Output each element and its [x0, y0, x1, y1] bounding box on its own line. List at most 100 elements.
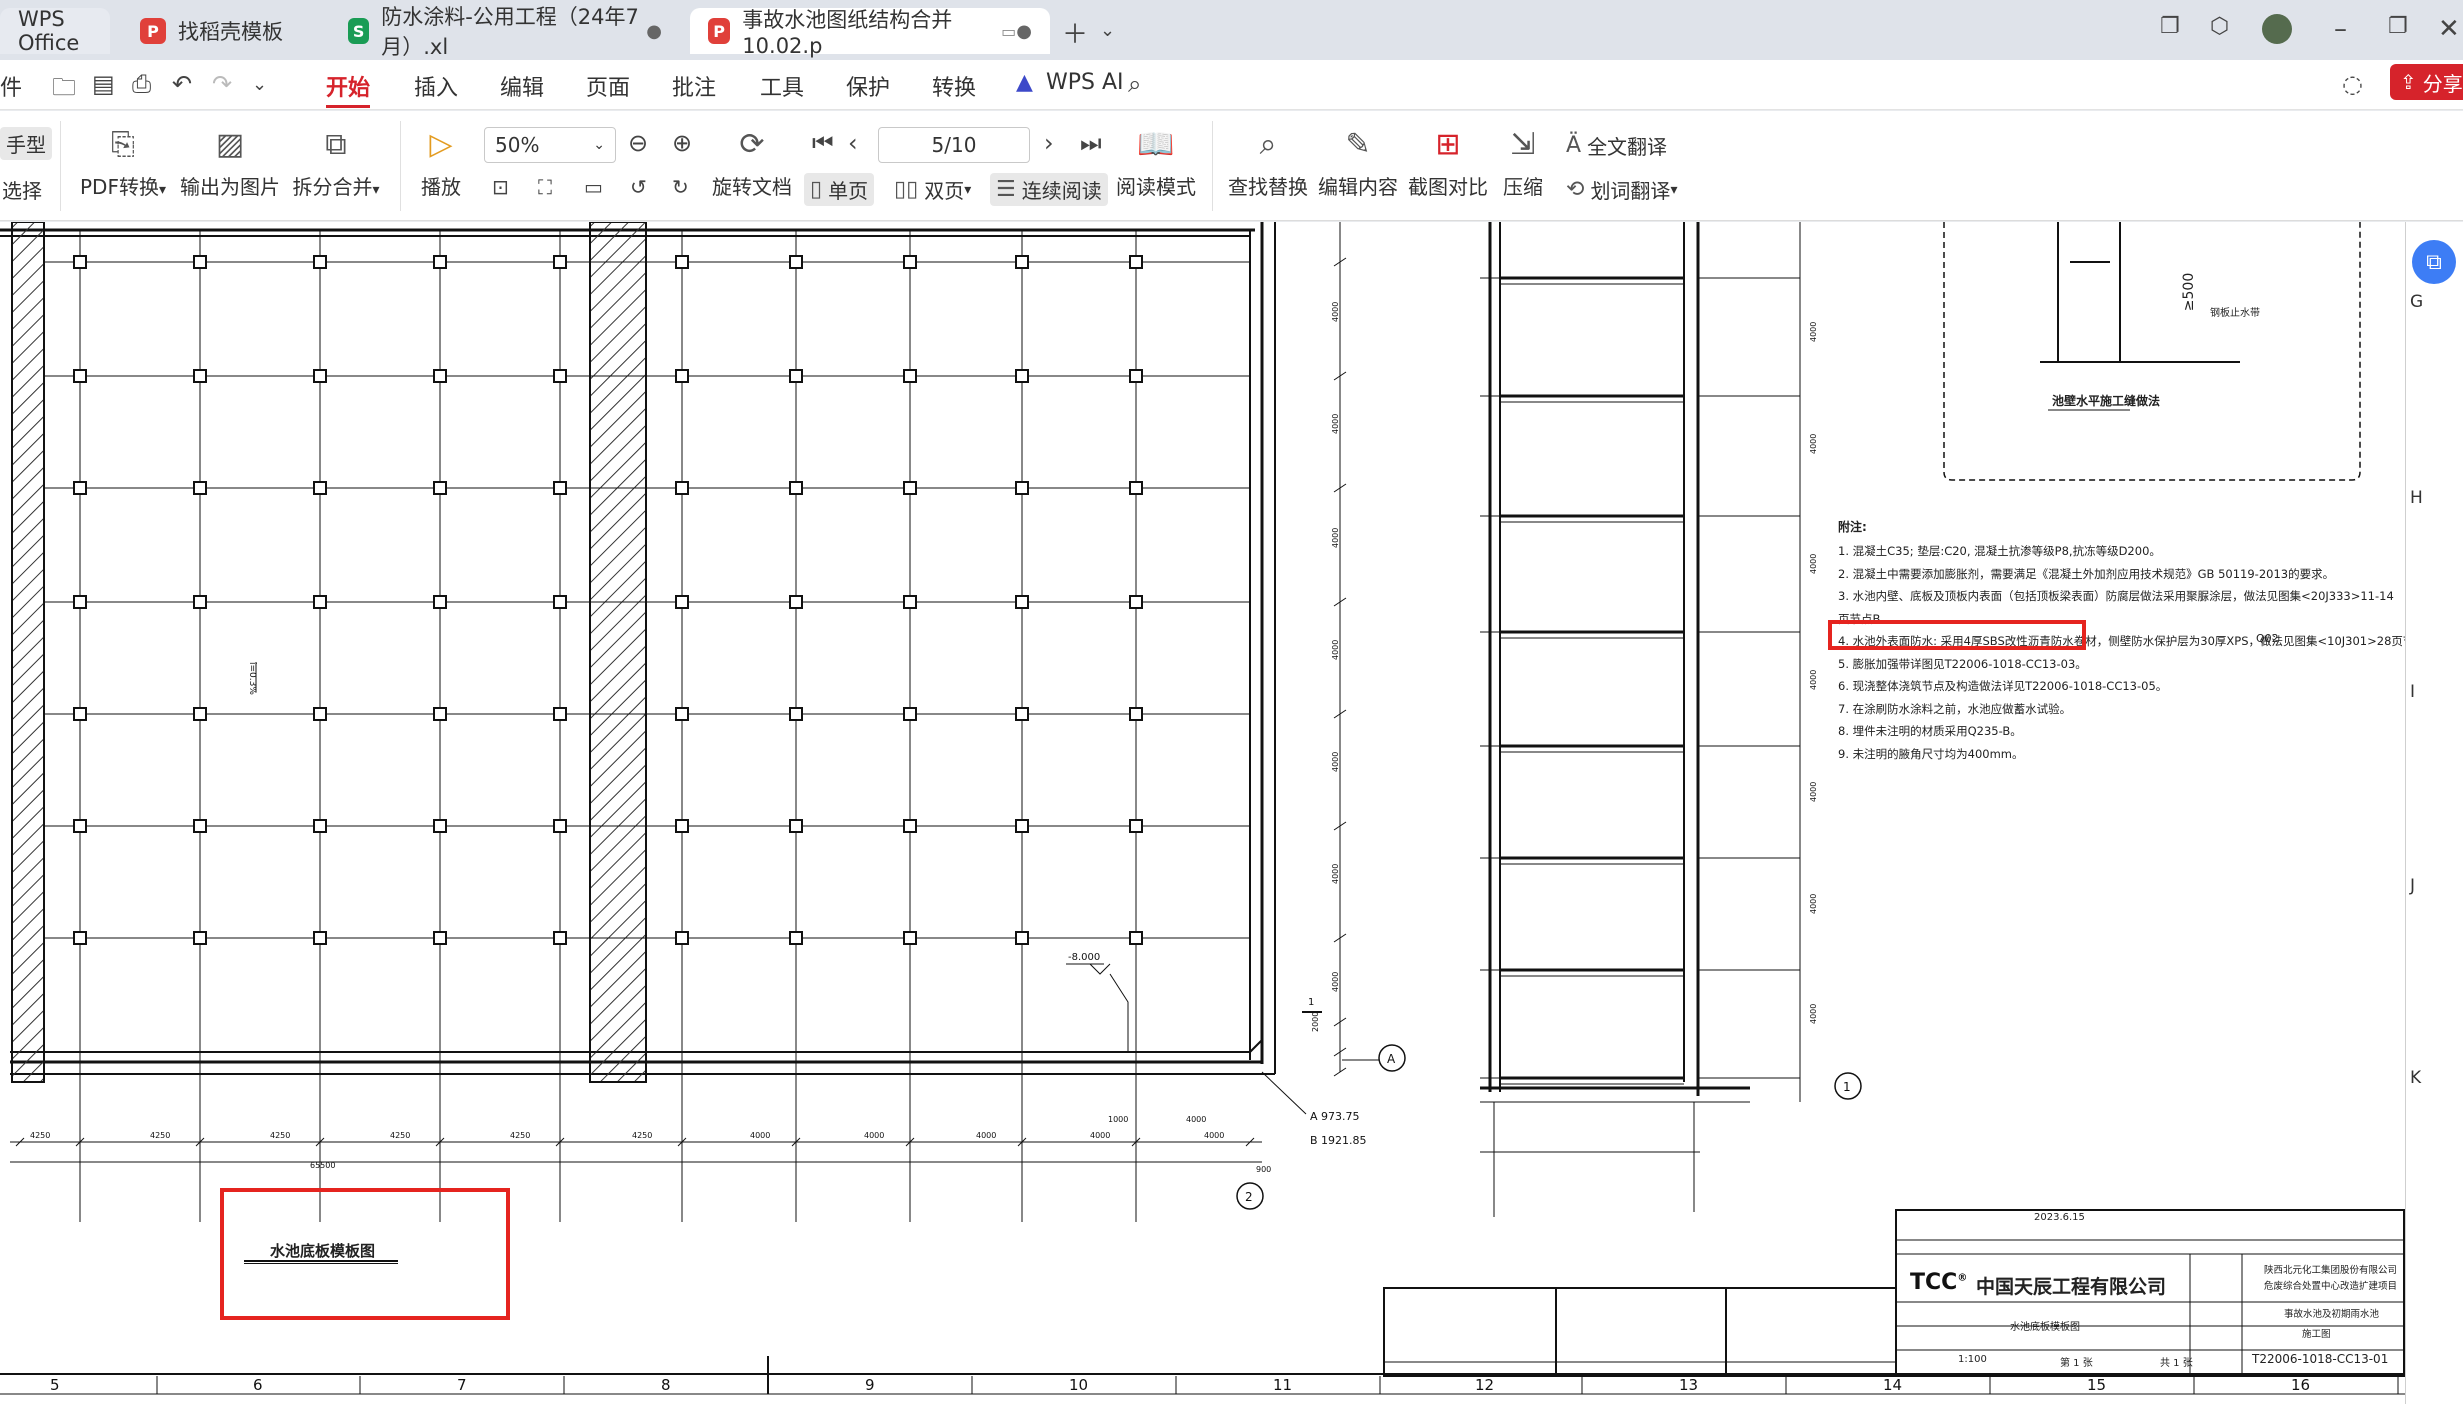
- zoom-in-icon[interactable]: ⊕: [672, 129, 692, 157]
- section-mark: 1: [1308, 997, 1314, 1008]
- menu-edit[interactable]: 编辑: [500, 70, 544, 102]
- new-tab-icon[interactable]: ＋: [1062, 14, 1088, 51]
- share-label: 分享: [2422, 71, 2463, 96]
- depth-marker: [1089, 963, 1111, 975]
- compress-button[interactable]: ⇲ 压缩: [1496, 127, 1550, 200]
- compare-button[interactable]: ⊞ 截图对比: [1406, 127, 1490, 200]
- fit-width-icon[interactable]: ▭: [584, 175, 603, 199]
- column-marker: [903, 819, 917, 833]
- save-icon[interactable]: ▤: [92, 70, 115, 98]
- tab-templates[interactable]: P 找稻壳模板: [122, 8, 322, 54]
- last-page-icon[interactable]: ⏭: [1080, 129, 1102, 157]
- search-icon: ⌕: [1259, 127, 1277, 162]
- rotate-left-icon[interactable]: ↺: [630, 175, 647, 199]
- single-page-button[interactable]: ▯ 单页: [804, 173, 875, 206]
- menu-home[interactable]: 开始: [326, 70, 371, 108]
- full-translate-button[interactable]: Ä 全文翻译: [1566, 131, 1667, 160]
- continuous-icon: ☰: [996, 177, 1016, 202]
- close-icon[interactable]: ●: [1016, 21, 1032, 42]
- redo-icon[interactable]: ↷: [212, 70, 232, 98]
- divider: [1212, 121, 1213, 211]
- compare-icon: ⊞: [1435, 127, 1461, 162]
- undo-icon[interactable]: ↶: [172, 70, 192, 98]
- dimension-label: 4000: [1331, 528, 1340, 548]
- column-marker: [1129, 931, 1143, 945]
- column-marker: [313, 595, 327, 609]
- chevron-down-icon[interactable]: ⌄: [1100, 20, 1115, 41]
- search-icon[interactable]: ⌕: [1128, 70, 1141, 98]
- share-icon: ⇪: [2400, 70, 2417, 94]
- column-marker: [675, 369, 689, 383]
- restore-icon[interactable]: ❐: [2388, 14, 2408, 39]
- print-icon[interactable]: ⎙: [132, 70, 151, 98]
- section-dimension-label: 4000: [1809, 322, 1818, 342]
- wps-ai-icon[interactable]: ▲: [1016, 70, 1033, 95]
- select-label: 选择: [2, 179, 42, 203]
- rail-label: I: [2410, 682, 2416, 702]
- tab-pdf-active[interactable]: P 事故水池图纸结构合并10.02.p ▭ ●: [690, 8, 1050, 58]
- column-marker: [553, 819, 567, 833]
- cube-icon[interactable]: ⬡: [2210, 14, 2229, 39]
- hand-label: 手型: [6, 133, 46, 157]
- rotate-doc-button[interactable]: ⟳ 旋转文档: [712, 127, 792, 200]
- word-translate-button[interactable]: ⟲ 划词翻译 ▾: [1566, 175, 1677, 204]
- prev-page-icon[interactable]: ‹: [848, 129, 858, 157]
- rotate-right-icon[interactable]: ↻: [672, 175, 689, 199]
- menu-convert[interactable]: 转换: [932, 70, 976, 102]
- tab-spreadsheet[interactable]: S 防水涂料-公用工程（24年7月）.xl ●: [330, 5, 680, 59]
- close-icon[interactable]: ●: [646, 21, 662, 42]
- assistant-icon[interactable]: ⧉: [2412, 240, 2456, 284]
- dimension-label: 4000: [1331, 864, 1340, 884]
- signature-table: [1383, 1287, 1897, 1377]
- menu-page[interactable]: 页面: [586, 70, 630, 102]
- select-tool-button[interactable]: 选择: [2, 175, 42, 204]
- split-icon: ⧉: [325, 127, 347, 162]
- folder-icon[interactable]: 🗀: [52, 70, 76, 111]
- tab-wps-office[interactable]: WPS Office: [0, 7, 110, 55]
- fit-page-icon[interactable]: ⛶: [538, 175, 552, 199]
- read-mode-button[interactable]: 📖 阅读模式: [1114, 127, 1198, 200]
- zoom-select[interactable]: 50% ⌄: [484, 127, 616, 163]
- play-button[interactable]: ▷ 播放: [416, 127, 466, 200]
- pdf-convert-button[interactable]: ⎘ PDF转换▾: [78, 127, 168, 200]
- column-marker: [1015, 707, 1029, 721]
- menu-comment[interactable]: 批注: [672, 70, 716, 102]
- export-image-button[interactable]: ▨ 输出为图片: [180, 127, 280, 200]
- edit-content-button[interactable]: ✎ 编辑内容: [1316, 127, 1400, 200]
- find-replace-button[interactable]: ⌕ 查找替换: [1226, 127, 1310, 200]
- menu-protect[interactable]: 保护: [846, 70, 890, 102]
- split-merge-button[interactable]: ⧉ 拆分合并▾: [288, 127, 384, 200]
- window-tile-icon[interactable]: ❐: [2160, 14, 2180, 39]
- book-icon: 📖: [1137, 127, 1175, 162]
- compress-icon: ⇲: [1510, 127, 1536, 162]
- hand-tool-button[interactable]: 手型: [0, 127, 52, 160]
- chevron-down-icon[interactable]: ⌄: [252, 74, 267, 95]
- chat-icon[interactable]: ◌: [2342, 70, 2363, 98]
- share-button[interactable]: ⇪ 分享: [2390, 64, 2463, 100]
- split-merge-label: 拆分合并: [292, 175, 373, 199]
- find-replace-label: 查找替换: [1228, 175, 1308, 199]
- page-input[interactable]: 5/10: [878, 127, 1030, 163]
- avatar[interactable]: [2262, 14, 2292, 44]
- menu-wps-ai[interactable]: WPS AI: [1046, 70, 1124, 95]
- double-page-button[interactable]: ▯▯ 双页 ▾: [894, 175, 971, 204]
- single-page-icon: ▯: [810, 177, 823, 202]
- minimize-icon[interactable]: –: [2334, 14, 2347, 44]
- pdf-icon: P: [708, 18, 731, 44]
- dimension-label: 4000: [1331, 972, 1340, 992]
- elevation-b: B 1921.85: [1310, 1134, 1367, 1147]
- next-page-icon[interactable]: ›: [1044, 129, 1054, 157]
- pdf-page-viewport[interactable]: 4250 4250 4250 4250 4250 4250 4000 4000 4000 4000…: [0, 221, 2463, 1404]
- continuous-read-button[interactable]: ☰ 连续阅读: [990, 173, 1108, 206]
- column-marker: [433, 369, 447, 383]
- menu-file[interactable]: 件: [0, 70, 22, 102]
- actual-size-icon[interactable]: ⊡: [492, 175, 509, 199]
- menu-insert[interactable]: 插入: [414, 70, 458, 102]
- play-label: 播放: [421, 175, 461, 199]
- menu-tools[interactable]: 工具: [760, 70, 804, 102]
- total-dimension-label: 65500: [310, 1161, 335, 1170]
- first-page-icon[interactable]: ⏮: [812, 129, 834, 157]
- zoom-out-icon[interactable]: ⊖: [628, 129, 648, 157]
- close-window-icon[interactable]: ✕: [2438, 14, 2460, 44]
- note-line: 1. 混凝土C35; 垫层:C20, 混凝土抗渗等级P8,抗冻等级D200。: [1838, 544, 2161, 558]
